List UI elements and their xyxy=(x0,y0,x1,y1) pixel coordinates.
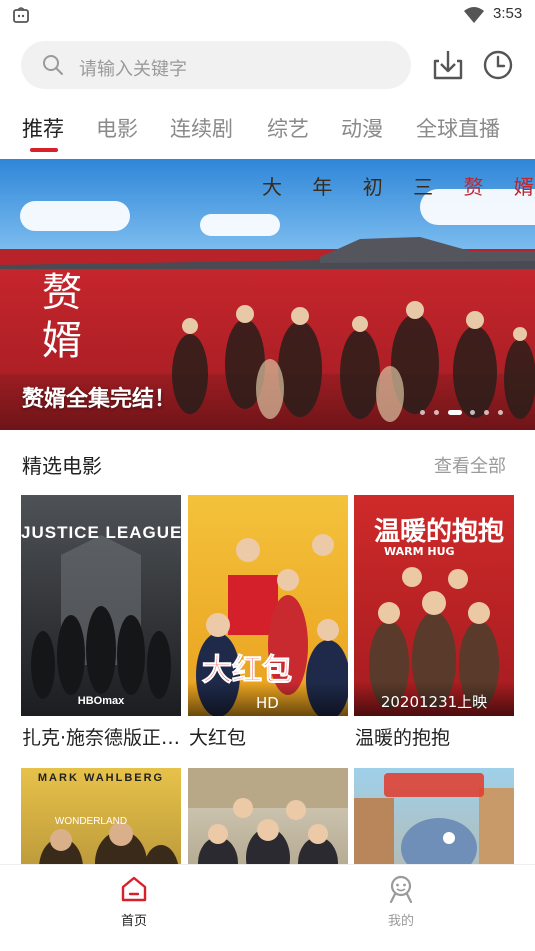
carousel-dot xyxy=(484,410,489,415)
banner-tagline-title: 赘 婿 请 xyxy=(463,175,535,199)
movie-poster: MARK WAHLBERG WONDERLAND xyxy=(21,768,181,864)
poster-title: JUSTICE LEAGUE xyxy=(21,523,181,542)
movie-card[interactable]: MARK WAHLBERG WONDERLAND xyxy=(21,768,181,864)
quality-badge: HD xyxy=(256,694,279,712)
movie-poster: 大红包 HD xyxy=(188,495,348,716)
search-placeholder: 请输入关键字 xyxy=(79,59,187,80)
carousel-dot xyxy=(470,410,475,415)
banner-tagline-date: 大 年 初 三 xyxy=(262,175,446,199)
wifi-icon xyxy=(464,7,484,23)
tab-anime[interactable]: 动漫 xyxy=(341,113,383,143)
section-title: 精选电影 xyxy=(22,454,102,478)
search-input[interactable]: 请输入关键字 xyxy=(21,41,411,89)
home-icon xyxy=(121,876,147,902)
category-tabs: 推荐 电影 连续剧 综艺 动漫 全球直播 xyxy=(22,113,522,153)
movie-poster: JUSTICE LEAGUE HBOmax xyxy=(21,495,181,716)
nav-home-label: 首页 xyxy=(120,914,147,929)
status-bar: 3:53 xyxy=(0,0,535,30)
movie-card[interactable]: JUSTICE LEAGUE HBOmax 扎克·施奈德版正… xyxy=(21,495,181,755)
app-notification-icon xyxy=(13,7,29,23)
poster-title: 温暖的抱抱 xyxy=(374,517,505,547)
status-clock: 3:53 xyxy=(493,5,523,22)
movie-card[interactable]: 大红包 HD 大红包 xyxy=(188,495,348,755)
nav-profile-label: 我的 xyxy=(387,914,414,929)
carousel-dot-active xyxy=(448,410,462,415)
movie-title: 大红包 xyxy=(189,727,247,749)
poster-subtitle: WARM HUG xyxy=(384,545,455,558)
banner-logo-text: 赘婿 xyxy=(42,270,82,364)
release-date-badge: 20201231上映 xyxy=(380,693,488,711)
search-icon xyxy=(43,55,63,75)
poster-brand: HBOmax xyxy=(77,695,125,707)
download-icon[interactable] xyxy=(431,48,465,82)
view-all-link[interactable]: 查看全部 xyxy=(434,452,506,478)
carousel-indicator xyxy=(420,410,520,416)
tab-recommend[interactable]: 推荐 xyxy=(22,113,64,143)
carousel-dot xyxy=(434,410,439,415)
tab-global-live[interactable]: 全球直播 xyxy=(416,113,500,143)
poster-art xyxy=(188,768,348,864)
tab-movies[interactable]: 电影 xyxy=(96,113,138,143)
banner-illustration xyxy=(172,301,535,422)
movie-card[interactable]: 温暖的抱抱 WARM HUG 20201231上映 温暖的抱抱 xyxy=(354,495,514,755)
movie-poster xyxy=(354,768,514,864)
clock-history-icon[interactable] xyxy=(481,48,515,82)
tab-series[interactable]: 连续剧 xyxy=(170,113,233,143)
poster-art xyxy=(354,773,514,864)
banner-tagline: 大 年 初 三 赘 婿 请 xyxy=(262,171,535,200)
tab-variety[interactable]: 综艺 xyxy=(267,113,309,143)
carousel-dot xyxy=(420,410,425,415)
movie-title: 温暖的抱抱 xyxy=(355,727,451,749)
banner-cloud xyxy=(20,201,130,231)
banner-carousel[interactable]: 大 年 初 三 赘 婿 请 赘婿 赘婿全集完结！ xyxy=(0,159,535,430)
banner-caption: 赘婿全集完结！ xyxy=(22,387,177,412)
movie-card[interactable] xyxy=(188,768,348,864)
bottom-navigation: 首页 我的 xyxy=(0,864,535,951)
movie-poster xyxy=(188,768,348,864)
poster-subtitle: WONDERLAND xyxy=(54,816,128,827)
profile-icon xyxy=(389,875,413,903)
nav-home[interactable]: 首页 xyxy=(84,865,184,951)
active-tab-indicator xyxy=(30,148,58,152)
carousel-dot xyxy=(498,410,503,415)
nav-profile[interactable]: 我的 xyxy=(351,865,451,951)
movie-card[interactable] xyxy=(354,768,514,864)
banner-cloud xyxy=(200,214,280,236)
movie-poster: 温暖的抱抱 WARM HUG 20201231上映 xyxy=(354,495,514,716)
poster-title: MARK WAHLBERG xyxy=(37,772,165,784)
movie-title: 扎克·施奈德版正… xyxy=(22,727,181,749)
